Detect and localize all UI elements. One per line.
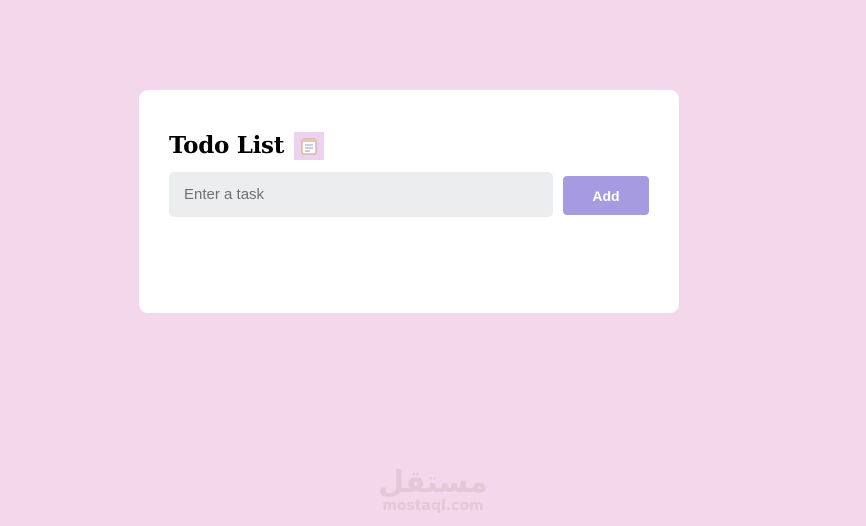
task-input[interactable] [169, 172, 553, 217]
watermark-site: mostaql.com [382, 498, 484, 514]
watermark-logo-text: مستقل [380, 465, 486, 498]
page: Todo List Add مستقل mostaql.com [0, 0, 866, 526]
page-title: Todo List [169, 132, 285, 159]
add-button[interactable]: Add [563, 176, 649, 215]
todo-card: Todo List Add [139, 90, 679, 313]
watermark: مستقل mostaql.com [380, 462, 486, 514]
mostaql-logo: مستقل [380, 465, 486, 498]
notepad-icon [294, 132, 325, 160]
title-row: Todo List [169, 132, 325, 160]
